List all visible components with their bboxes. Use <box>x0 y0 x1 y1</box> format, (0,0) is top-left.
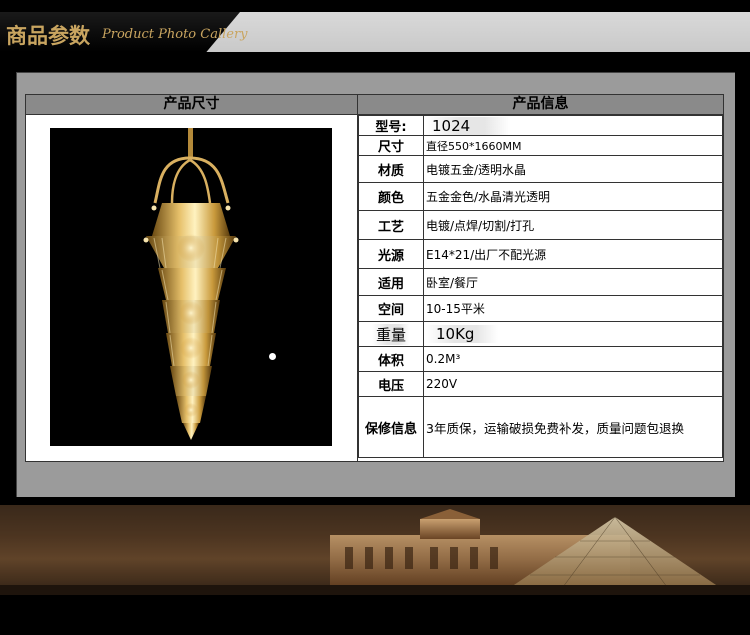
light-dot <box>269 353 276 360</box>
spec-key-weight-text: 重量 <box>371 323 410 345</box>
footer-photo <box>0 505 750 595</box>
table-row: 尺寸 直径550*1660MM <box>358 135 723 156</box>
banner-title-cn: 商品参数 <box>6 24 90 48</box>
spec-value-craft: 电镀/点焊/切割/打孔 <box>423 210 723 240</box>
spec-key-craft: 工艺 <box>358 210 424 240</box>
table-row: 保修信息 3年质保，运输破损免费补发，质量问题包退换 <box>358 396 723 458</box>
spec-key-volume: 体积 <box>358 346 424 372</box>
spec-key-model: 型号: <box>358 115 424 136</box>
spec-key-voltage: 电压 <box>358 371 424 397</box>
spec-key-light: 光源 <box>358 239 424 269</box>
spec-value-model-text: 1024 <box>426 116 511 135</box>
louvre-illustration <box>0 505 750 595</box>
spec-value-size: 直径550*1660MM <box>423 135 723 156</box>
spec-value-voltage: 220V <box>423 371 723 397</box>
spec-key-size: 尺寸 <box>358 135 424 156</box>
info-header: 产品信息 <box>358 95 723 115</box>
chandelier-illustration <box>143 128 239 440</box>
table-row: 电压 220V <box>358 371 723 397</box>
table-row: 型号: 1024 <box>358 115 723 136</box>
banner-title-en: Product Photo Callery <box>102 27 248 42</box>
table-row: 材质 电镀五金/透明水晶 <box>358 155 723 183</box>
table-row: 适用 卧室/餐厅 <box>358 268 723 296</box>
spec-value-light: E14*21/出厂不配光源 <box>423 239 723 269</box>
spec-value-space: 10-15平米 <box>423 295 723 322</box>
size-header: 产品尺寸 <box>26 95 358 115</box>
table-row: 体积 0.2M³ <box>358 346 723 372</box>
table-row: 重量 10Kg <box>358 321 723 347</box>
spec-value-weight: 10Kg <box>423 321 723 347</box>
spec-value-warranty: 3年质保，运输破损免费补发，质量问题包退换 <box>423 396 723 458</box>
spec-key-weight: 重量 <box>358 321 424 347</box>
chandelier-photo <box>50 128 332 446</box>
spec-value-weight-text: 10Kg <box>426 325 499 343</box>
table-row: 工艺 电镀/点焊/切割/打孔 <box>358 210 723 240</box>
spec-value-model: 1024 <box>423 115 723 136</box>
product-table: 产品尺寸 产品信息 型号: 1024 尺寸 直径550*1660MM 材质 电镀… <box>25 94 724 462</box>
product-panel: 产品尺寸 产品信息 型号: 1024 尺寸 直径550*1660MM 材质 电镀… <box>16 72 735 497</box>
spec-table: 型号: 1024 尺寸 直径550*1660MM 材质 电镀五金/透明水晶 颜色… <box>358 115 723 458</box>
spec-value-usage: 卧室/餐厅 <box>423 268 723 296</box>
spec-key-color: 颜色 <box>358 182 424 211</box>
header-banner: 商品参数 Product Photo Callery <box>0 12 750 52</box>
photo-cell <box>26 115 358 461</box>
table-row: 光源 E14*21/出厂不配光源 <box>358 239 723 269</box>
spec-key-usage: 适用 <box>358 268 424 296</box>
spec-key-material: 材质 <box>358 155 424 183</box>
spec-key-space: 空间 <box>358 295 424 322</box>
spec-value-volume: 0.2M³ <box>423 346 723 372</box>
spec-key-warranty: 保修信息 <box>358 396 424 458</box>
table-row: 颜色 五金金色/水晶清光透明 <box>358 182 723 211</box>
spec-value-color: 五金金色/水晶清光透明 <box>423 182 723 211</box>
spec-value-material: 电镀五金/透明水晶 <box>423 155 723 183</box>
table-row: 空间 10-15平米 <box>358 295 723 322</box>
